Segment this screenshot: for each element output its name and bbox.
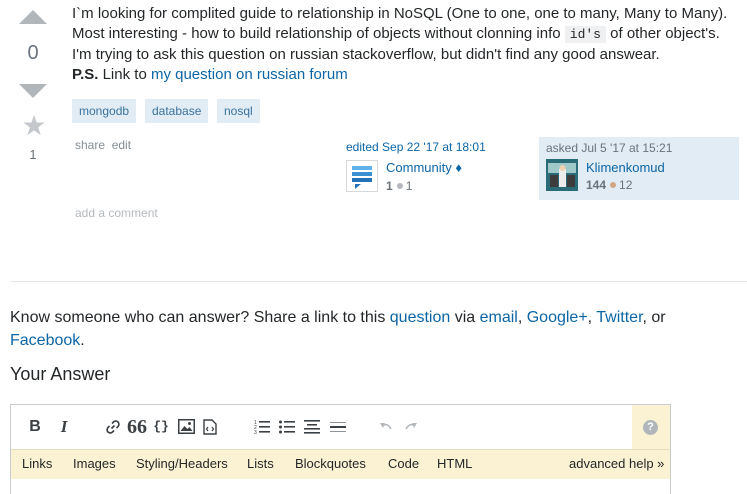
bronze-badge-icon <box>396 183 403 190</box>
share-prompt-text: via <box>450 309 480 326</box>
bulleted-list-icon <box>279 420 295 434</box>
editor-toolbar: B I 66 {} 1 2 3 ? <box>11 405 670 449</box>
image-button[interactable] <box>177 417 195 437</box>
answer-editor: B I 66 {} 1 2 3 ? Links Images Styling/H… <box>10 404 671 494</box>
help-code[interactable]: Code <box>388 456 419 471</box>
badge-count: 1 <box>405 179 413 193</box>
add-comment-link[interactable]: add a comment <box>75 206 158 220</box>
reputation-score: 1 <box>386 179 393 193</box>
heading-button[interactable] <box>304 417 320 437</box>
inline-code: id's <box>564 26 606 43</box>
twitter-link[interactable]: Twitter <box>596 309 642 326</box>
blockquote-button[interactable]: 66 <box>127 417 147 437</box>
email-link[interactable]: email <box>480 309 518 326</box>
vote-count: 0 <box>27 42 39 64</box>
google-plus-link[interactable]: Google+ <box>527 309 588 326</box>
upvote-arrow-icon[interactable] <box>19 10 47 24</box>
post-menu: share edit <box>75 138 131 152</box>
tag-mongodb[interactable]: mongodb <box>72 99 137 123</box>
separator: , <box>587 309 597 326</box>
snippet-button[interactable] <box>202 417 218 437</box>
asked-timestamp: asked Jul 5 '17 at 15:21 <box>546 141 673 155</box>
numbered-list-icon: 1 2 3 <box>254 420 270 436</box>
russian-forum-link[interactable]: my question on russian forum <box>151 66 348 83</box>
bold-button[interactable]: B <box>27 417 43 437</box>
bronze-badge-icon <box>610 182 617 189</box>
community-user-link[interactable]: Community <box>386 160 452 175</box>
advanced-help-link[interactable]: advanced help » <box>569 456 664 471</box>
edited-signature: edited Sep 22 '17 at 18:01 Community ♦ 1… <box>346 140 536 193</box>
ps-text: Link to <box>98 66 151 83</box>
owner-user-link[interactable]: Klimenkomud <box>586 160 665 175</box>
help-blockquotes[interactable]: Blockquotes <box>295 456 366 471</box>
undo-icon <box>380 423 392 430</box>
question-body: I`m looking for complited guide to relat… <box>72 4 742 85</box>
your-answer-heading: Your Answer <box>10 364 111 384</box>
badge-count: 12 <box>619 178 633 192</box>
link-button[interactable] <box>104 417 122 437</box>
community-avatar[interactable] <box>346 160 378 192</box>
help-links[interactable]: Links <box>22 456 52 471</box>
ps-label: P.S. <box>72 66 99 83</box>
share-prompt-text: Know someone who can answer? Share a lin… <box>10 309 390 326</box>
image-icon <box>177 419 195 434</box>
horizontal-rule-button[interactable] <box>330 417 346 437</box>
italic-button[interactable]: I <box>56 417 72 437</box>
editor-help-bar: Links Images Styling/Headers Lists Block… <box>11 449 670 479</box>
question-link[interactable]: question <box>390 309 451 326</box>
divider <box>10 281 747 282</box>
edited-timestamp[interactable]: edited Sep 22 '17 at 18:01 <box>346 140 536 154</box>
share-prompt-text: , or <box>642 309 666 326</box>
help-images[interactable]: Images <box>73 456 116 471</box>
help-lists[interactable]: Lists <box>247 456 274 471</box>
link-icon <box>106 420 120 434</box>
bulleted-list-button[interactable] <box>279 417 295 437</box>
snippet-icon <box>203 419 217 435</box>
share-link[interactable]: share <box>75 138 105 152</box>
undo-button[interactable] <box>379 417 393 437</box>
help-html[interactable]: HTML <box>437 456 472 471</box>
downvote-arrow-icon[interactable] <box>19 84 47 98</box>
tag-database[interactable]: database <box>145 99 209 123</box>
redo-icon <box>405 423 417 430</box>
separator: . <box>80 332 85 349</box>
favorite-count: 1 <box>29 147 37 162</box>
heading-icon <box>304 420 320 434</box>
reputation-score: 144 <box>586 178 607 192</box>
help-styling[interactable]: Styling/Headers <box>136 456 228 471</box>
facebook-link[interactable]: Facebook <box>10 332 80 349</box>
editor-help-button[interactable]: ? <box>632 405 670 449</box>
code-button[interactable]: {} <box>152 417 170 437</box>
owner-signature: asked Jul 5 '17 at 15:21 Klimenkomud 144… <box>539 137 739 200</box>
community-logo-icon <box>352 166 372 189</box>
separator: , <box>517 309 527 326</box>
user-avatar-icon <box>546 159 578 191</box>
share-prompt: Know someone who can answer? Share a lin… <box>10 306 730 352</box>
user-avatar[interactable] <box>546 159 578 191</box>
numbered-list-button[interactable]: 1 2 3 <box>254 417 270 437</box>
favorite-star-icon[interactable]: ★ <box>20 112 48 140</box>
svg-text:3: 3 <box>254 430 257 435</box>
horizontal-rule-icon <box>330 422 346 432</box>
tag-nosql[interactable]: nosql <box>217 99 260 123</box>
help-icon: ? <box>643 420 658 435</box>
moderator-diamond-icon: ♦ <box>455 160 463 175</box>
redo-button[interactable] <box>404 417 418 437</box>
edit-link[interactable]: edit <box>112 138 131 152</box>
